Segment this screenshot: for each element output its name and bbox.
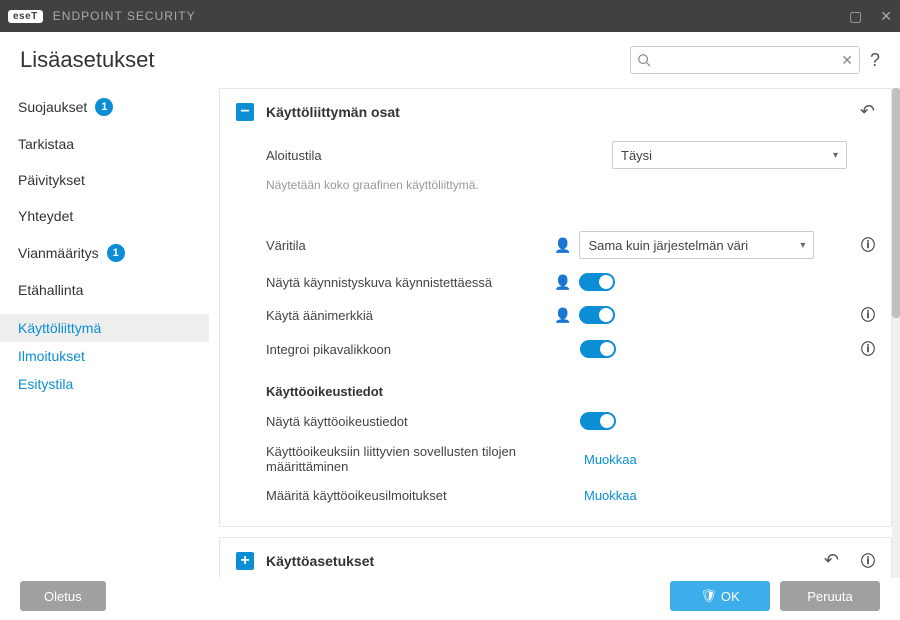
- chevron-down-icon: ▾: [800, 240, 805, 251]
- start-mode-dropdown[interactable]: Täysi ▾: [612, 141, 847, 169]
- sidebar-item-label: Vianmääritys: [18, 245, 99, 261]
- sidebar-item-scan[interactable]: Tarkistaa: [0, 126, 209, 162]
- person-icon: 👤: [554, 274, 571, 291]
- sidebar-item-label: Tarkistaa: [18, 136, 74, 152]
- sidebar-sub-label: Ilmoitukset: [18, 348, 85, 364]
- scrollbar-track[interactable]: [892, 88, 900, 578]
- page-title: Lisäasetukset: [20, 47, 155, 73]
- sound-label: Käytä äänimerkkiä: [266, 308, 546, 323]
- help-icon[interactable]: ?: [870, 50, 880, 71]
- ok-button[interactable]: 🛡 OK: [670, 581, 770, 611]
- sidebar: Suojaukset 1 Tarkistaa Päivitykset Yhtey…: [0, 88, 215, 578]
- collapse-icon[interactable]: −: [236, 103, 254, 121]
- edit-license-notif-link[interactable]: Muokkaa: [584, 488, 637, 503]
- sidebar-item-connections[interactable]: Yhteydet: [0, 198, 209, 234]
- start-mode-desc: Näytetään koko graafinen käyttöliittymä.: [266, 178, 875, 192]
- sidebar-sub-notifications[interactable]: Ilmoitukset: [0, 342, 209, 370]
- clear-icon[interactable]: ✕: [841, 52, 853, 69]
- footer: Oletus 🛡 OK Peruuta: [0, 572, 900, 620]
- sidebar-sub-presentation[interactable]: Esitystila: [0, 370, 209, 398]
- sound-toggle[interactable]: [579, 306, 615, 324]
- logo-badge: eseT: [8, 10, 43, 23]
- sidebar-item-label: Etähallinta: [18, 282, 83, 298]
- person-icon: 👤: [554, 307, 571, 324]
- color-label: Väritila: [266, 238, 546, 253]
- dropdown-value: Täysi: [621, 148, 652, 163]
- sidebar-badge: 1: [95, 98, 113, 116]
- sidebar-sub-label: Käyttöliittymä: [18, 320, 101, 336]
- panel-title: Käyttöliittymän osat: [266, 104, 400, 120]
- info-icon[interactable]: ⓘ: [861, 235, 875, 255]
- info-icon[interactable]: ⓘ: [861, 305, 875, 325]
- app-logo: eseT ENDPOINT SECURITY: [8, 9, 196, 23]
- scrollbar-thumb[interactable]: [892, 88, 900, 318]
- license-notif-label: Määritä käyttöoikeusilmoitukset: [266, 488, 576, 503]
- chevron-down-icon: ▾: [833, 150, 838, 161]
- close-icon[interactable]: ✕: [880, 8, 892, 25]
- sidebar-item-label: Yhteydet: [18, 208, 73, 224]
- expand-icon[interactable]: +: [236, 552, 254, 570]
- license-apps-label: Käyttöoikeuksiin liittyvien sovellusten …: [266, 444, 576, 474]
- start-mode-label: Aloitustila: [266, 148, 546, 163]
- panel-ui-elements: − Käyttöliittymän osat ↶ Aloitustila Täy…: [219, 88, 892, 527]
- sidebar-item-label: Päivitykset: [18, 172, 85, 188]
- edit-license-apps-link[interactable]: Muokkaa: [584, 452, 637, 467]
- license-header: Käyttöoikeustiedot: [266, 384, 875, 399]
- cancel-button[interactable]: Peruuta: [780, 581, 880, 611]
- revert-icon[interactable]: ↶: [860, 101, 875, 122]
- button-label: Oletus: [44, 589, 82, 604]
- button-label: OK: [721, 589, 740, 604]
- sidebar-item-remote[interactable]: Etähallinta: [0, 272, 209, 308]
- default-button[interactable]: Oletus: [20, 581, 106, 611]
- button-label: Peruuta: [807, 589, 853, 604]
- shield-icon: 🛡: [700, 588, 717, 604]
- person-icon: 👤: [554, 237, 571, 254]
- sidebar-item-diagnostics[interactable]: Vianmääritys 1: [0, 234, 209, 272]
- panel-title: Käyttöasetukset: [266, 553, 374, 569]
- sidebar-item-label: Suojaukset: [18, 99, 87, 115]
- search-input[interactable]: [651, 53, 841, 67]
- splash-toggle[interactable]: [579, 273, 615, 291]
- context-label: Integroi pikavalikkoon: [266, 342, 546, 357]
- maximize-icon[interactable]: ▢: [849, 8, 862, 25]
- dropdown-value: Sama kuin järjestelmän väri: [588, 238, 748, 253]
- show-license-toggle[interactable]: [580, 412, 616, 430]
- sidebar-sub-ui[interactable]: Käyttöliittymä: [0, 314, 209, 342]
- sidebar-item-protections[interactable]: Suojaukset 1: [0, 88, 209, 126]
- splash-label: Näytä käynnistyskuva käynnistettäessä: [266, 275, 546, 290]
- sidebar-item-updates[interactable]: Päivitykset: [0, 162, 209, 198]
- search-icon: [637, 53, 651, 67]
- main-content: − Käyttöliittymän osat ↶ Aloitustila Täy…: [215, 88, 900, 578]
- search-box[interactable]: ✕: [630, 46, 860, 74]
- product-name: ENDPOINT SECURITY: [53, 9, 196, 23]
- sidebar-badge: 1: [107, 244, 125, 262]
- color-dropdown[interactable]: Sama kuin järjestelmän väri ▾: [579, 231, 814, 259]
- revert-icon[interactable]: ↶: [824, 550, 839, 571]
- info-icon[interactable]: ⓘ: [861, 339, 875, 359]
- context-toggle[interactable]: [580, 340, 616, 358]
- info-icon[interactable]: ⓘ: [861, 551, 875, 571]
- show-license-label: Näytä käyttöoikeustiedot: [266, 414, 546, 429]
- sidebar-sub-label: Esitystila: [18, 376, 73, 392]
